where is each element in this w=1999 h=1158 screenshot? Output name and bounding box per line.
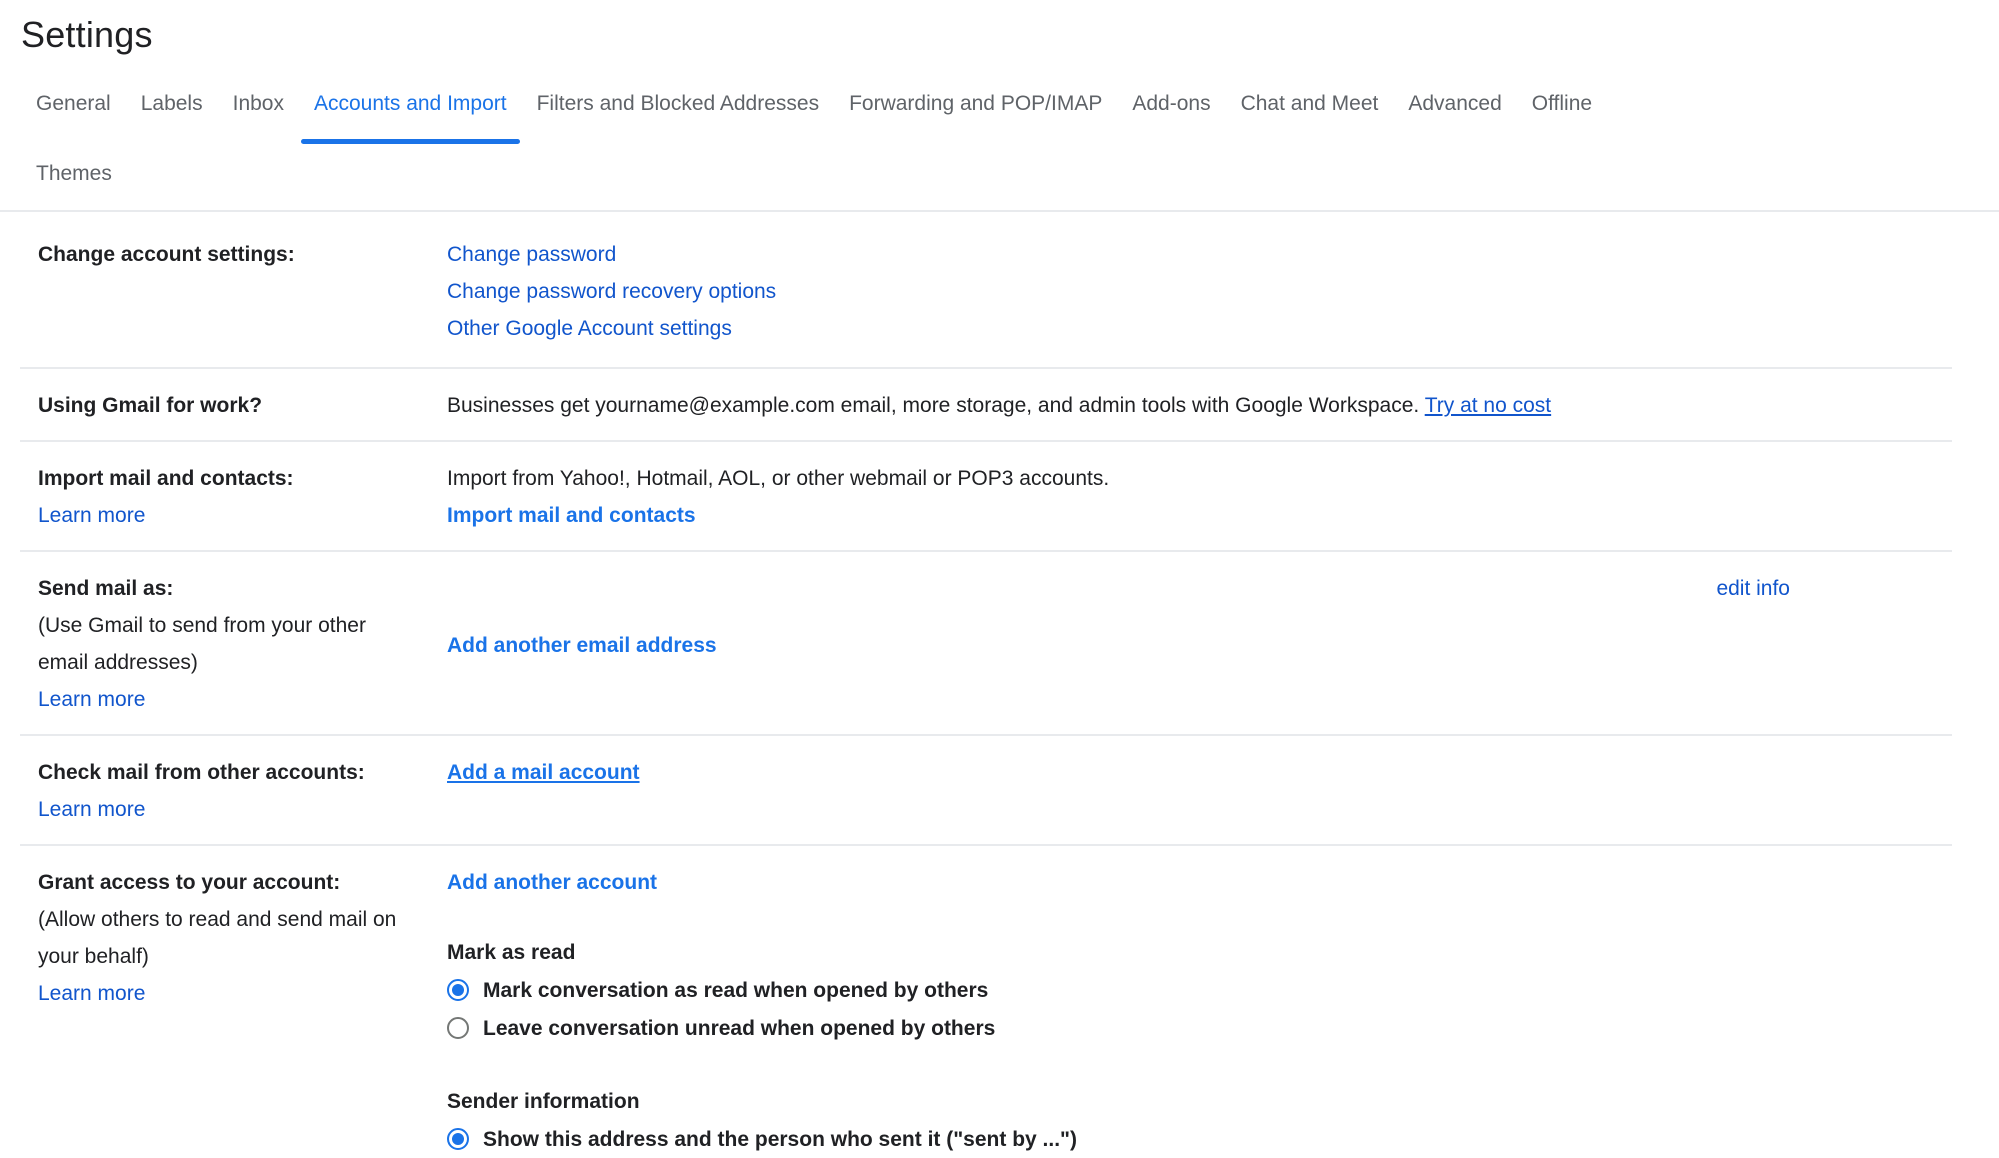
add-another-account-link[interactable]: Add another account xyxy=(447,871,657,894)
tab-offline[interactable]: Offline xyxy=(1517,86,1607,150)
settings-tab-bar: General Labels Inbox Accounts and Import… xyxy=(0,86,1999,212)
page-title: Settings xyxy=(21,14,1999,56)
tab-filters-and-blocked-addresses[interactable]: Filters and Blocked Addresses xyxy=(522,86,834,150)
section-label: Grant access to your account: xyxy=(38,864,402,901)
sender-information-heading: Sender information xyxy=(447,1083,1952,1120)
section-send-mail-as: Send mail as: (Use Gmail to send from yo… xyxy=(20,550,1952,734)
section-grant-access-to-your-account: Grant access to your account: (Allow oth… xyxy=(20,844,1952,1158)
tab-chat-and-meet[interactable]: Chat and Meet xyxy=(1226,86,1394,150)
tab-labels[interactable]: Labels xyxy=(126,86,218,150)
import-mail-and-contacts-link[interactable]: Import mail and contacts xyxy=(447,504,696,527)
radio-show-address-and-sender[interactable]: Show this address and the person who sen… xyxy=(447,1120,1952,1158)
learn-more-link[interactable]: Learn more xyxy=(38,688,145,711)
tab-add-ons[interactable]: Add-ons xyxy=(1117,86,1225,150)
mark-as-read-heading: Mark as read xyxy=(447,934,1952,971)
settings-sections: Change account settings: Change password… xyxy=(20,212,1952,1158)
tab-accounts-and-import[interactable]: Accounts and Import xyxy=(299,86,522,150)
tab-themes[interactable]: Themes xyxy=(21,150,127,210)
import-description: Import from Yahoo!, Hotmail, AOL, or oth… xyxy=(447,467,1109,490)
section-label: Change account settings: xyxy=(38,243,295,266)
add-another-email-address-link[interactable]: Add another email address xyxy=(447,634,717,657)
try-at-no-cost-link[interactable]: Try at no cost xyxy=(1425,394,1551,417)
radio-button-icon[interactable] xyxy=(447,979,469,1001)
other-google-account-settings-link[interactable]: Other Google Account settings xyxy=(447,317,732,340)
learn-more-link[interactable]: Learn more xyxy=(38,798,145,821)
workspace-promo-text: Businesses get yourname@example.com emai… xyxy=(447,394,1419,417)
section-label: Check mail from other accounts: xyxy=(38,754,402,791)
section-change-account-settings: Change account settings: Change password… xyxy=(20,212,1952,367)
change-password-recovery-options-link[interactable]: Change password recovery options xyxy=(447,280,776,303)
add-a-mail-account-link[interactable]: Add a mail account xyxy=(447,761,640,784)
settings-page: Settings General Labels Inbox Accounts a… xyxy=(0,14,1999,1158)
section-label: Using Gmail for work? xyxy=(38,394,262,417)
section-label: Send mail as: xyxy=(38,570,402,607)
tab-forwarding-and-pop-imap[interactable]: Forwarding and POP/IMAP xyxy=(834,86,1117,150)
section-import-mail-and-contacts: Import mail and contacts: Learn more Imp… xyxy=(20,440,1952,550)
tab-inbox[interactable]: Inbox xyxy=(218,86,299,150)
tab-advanced[interactable]: Advanced xyxy=(1393,86,1516,150)
change-password-link[interactable]: Change password xyxy=(447,243,616,266)
section-description: (Allow others to read and send mail on y… xyxy=(38,901,402,975)
tab-general[interactable]: General xyxy=(21,86,126,150)
radio-mark-conversation-read[interactable]: Mark conversation as read when opened by… xyxy=(447,971,1952,1009)
section-label: Import mail and contacts: xyxy=(38,460,402,497)
learn-more-link[interactable]: Learn more xyxy=(38,982,145,1005)
section-description: (Use Gmail to send from your other email… xyxy=(38,607,402,681)
tab-row-1: General Labels Inbox Accounts and Import… xyxy=(21,86,1999,150)
section-check-mail-from-other-accounts: Check mail from other accounts: Learn mo… xyxy=(20,734,1952,844)
section-using-gmail-for-work: Using Gmail for work? Businesses get you… xyxy=(20,367,1952,440)
radio-button-icon[interactable] xyxy=(447,1017,469,1039)
learn-more-link[interactable]: Learn more xyxy=(38,504,145,527)
radio-leave-conversation-unread[interactable]: Leave conversation unread when opened by… xyxy=(447,1009,1952,1047)
tab-row-2: Themes xyxy=(21,150,1999,210)
radio-button-icon[interactable] xyxy=(447,1128,469,1150)
edit-info-link[interactable]: edit info xyxy=(1716,570,1790,607)
